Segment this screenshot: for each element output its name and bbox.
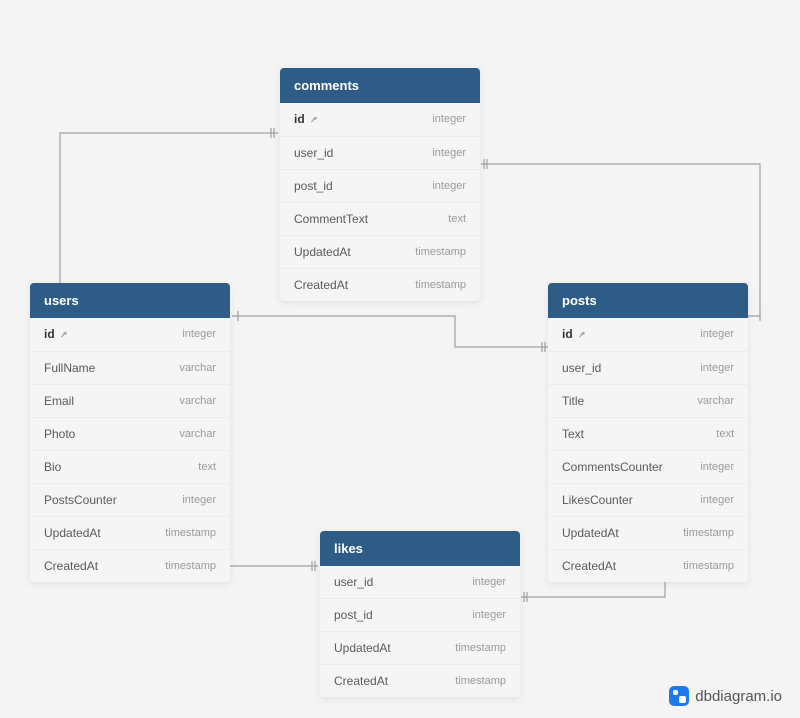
table-row[interactable]: user_id integer — [320, 566, 520, 599]
column-name: Email — [44, 394, 74, 408]
column-name: UpdatedAt — [44, 526, 101, 540]
table-header: comments — [280, 68, 480, 103]
column-name: user_id — [334, 575, 373, 589]
table-posts[interactable]: posts idintegeruser_idintegerTitlevarcha… — [548, 283, 748, 582]
table-row[interactable]: FullName varchar — [30, 352, 230, 385]
table-row[interactable]: CreatedAt timestamp — [320, 665, 520, 697]
table-row[interactable]: CommentsCounter integer — [548, 451, 748, 484]
table-row[interactable]: user_id integer — [548, 352, 748, 385]
column-name: CommentText — [294, 212, 368, 226]
column-type: timestamp — [455, 642, 506, 654]
table-likes[interactable]: likes user_idintegerpost_idintegerUpdate… — [320, 531, 520, 697]
column-name: post_id — [334, 608, 373, 622]
column-name: id — [562, 327, 587, 342]
column-type: timestamp — [165, 527, 216, 539]
table-row[interactable]: Text text — [548, 418, 748, 451]
key-icon — [58, 330, 69, 339]
column-type: integer — [700, 461, 734, 473]
column-name: user_id — [294, 146, 333, 160]
column-type: integer — [700, 494, 734, 506]
column-name: id — [294, 112, 319, 127]
column-type: timestamp — [165, 560, 216, 572]
table-row[interactable]: id integer — [548, 318, 748, 352]
column-type: varchar — [179, 428, 216, 440]
column-name: post_id — [294, 179, 333, 193]
column-name: UpdatedAt — [334, 641, 391, 655]
table-row[interactable]: id integer — [30, 318, 230, 352]
column-type: integer — [700, 328, 734, 340]
column-name: UpdatedAt — [294, 245, 351, 259]
column-name: UpdatedAt — [562, 526, 619, 540]
column-name: Photo — [44, 427, 75, 441]
table-header: likes — [320, 531, 520, 566]
key-icon — [308, 115, 319, 124]
table-row[interactable]: id integer — [280, 103, 480, 137]
column-type: varchar — [697, 395, 734, 407]
column-name: LikesCounter — [562, 493, 633, 507]
table-row[interactable]: CreatedAt timestamp — [548, 550, 748, 582]
column-name: FullName — [44, 361, 95, 375]
table-row[interactable]: CreatedAt timestamp — [30, 550, 230, 582]
column-type: integer — [432, 180, 466, 192]
column-name: CreatedAt — [44, 559, 98, 573]
column-type: varchar — [179, 395, 216, 407]
column-name: user_id — [562, 361, 601, 375]
table-row[interactable]: Photo varchar — [30, 418, 230, 451]
column-type: text — [716, 428, 734, 440]
column-type: timestamp — [683, 527, 734, 539]
table-row[interactable]: UpdatedAt timestamp — [280, 236, 480, 269]
column-name: PostsCounter — [44, 493, 117, 507]
dbdiagram-logo-icon — [669, 686, 689, 706]
column-type: integer — [182, 328, 216, 340]
diagram-canvas[interactable]: comments idintegeruser_idintegerpost_idi… — [0, 0, 800, 718]
key-icon — [576, 330, 587, 339]
column-name: CommentsCounter — [562, 460, 663, 474]
table-row[interactable]: user_id integer — [280, 137, 480, 170]
column-name: CreatedAt — [562, 559, 616, 573]
column-type: varchar — [179, 362, 216, 374]
column-type: integer — [700, 362, 734, 374]
table-row[interactable]: PostsCounter integer — [30, 484, 230, 517]
column-type: timestamp — [455, 675, 506, 687]
column-type: integer — [432, 113, 466, 125]
table-row[interactable]: Email varchar — [30, 385, 230, 418]
table-row[interactable]: CommentText text — [280, 203, 480, 236]
watermark-text: dbdiagram.io — [695, 688, 782, 705]
column-name: Text — [562, 427, 584, 441]
column-name: Bio — [44, 460, 61, 474]
watermark: dbdiagram.io — [669, 686, 782, 706]
table-row[interactable]: Bio text — [30, 451, 230, 484]
table-row[interactable]: CreatedAt timestamp — [280, 269, 480, 301]
column-type: text — [198, 461, 216, 473]
column-name: Title — [562, 394, 584, 408]
table-row[interactable]: post_id integer — [280, 170, 480, 203]
table-row[interactable]: UpdatedAt timestamp — [320, 632, 520, 665]
column-type: text — [448, 213, 466, 225]
table-row[interactable]: UpdatedAt timestamp — [30, 517, 230, 550]
table-header: posts — [548, 283, 748, 318]
column-type: integer — [432, 147, 466, 159]
column-type: integer — [182, 494, 216, 506]
table-row[interactable]: LikesCounter integer — [548, 484, 748, 517]
column-type: timestamp — [683, 560, 734, 572]
column-name: id — [44, 327, 69, 342]
table-row[interactable]: UpdatedAt timestamp — [548, 517, 748, 550]
table-comments[interactable]: comments idintegeruser_idintegerpost_idi… — [280, 68, 480, 301]
column-name: CreatedAt — [334, 674, 388, 688]
table-row[interactable]: post_id integer — [320, 599, 520, 632]
table-users[interactable]: users id integer FullName varchar Email varch… — [30, 283, 230, 582]
column-type: timestamp — [415, 279, 466, 291]
column-name: CreatedAt — [294, 278, 348, 292]
column-type: integer — [472, 576, 506, 588]
table-header: users — [30, 283, 230, 318]
table-row[interactable]: Title varchar — [548, 385, 748, 418]
column-type: timestamp — [415, 246, 466, 258]
column-type: integer — [472, 609, 506, 621]
